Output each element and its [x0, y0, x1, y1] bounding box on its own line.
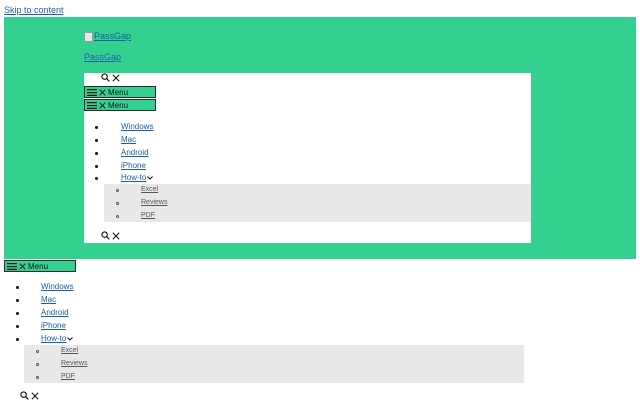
nav-item-label: How-to	[41, 334, 67, 343]
list-bullet	[16, 286, 19, 289]
hamburger-icon	[87, 88, 97, 96]
panel-top-icons	[101, 73, 120, 82]
menu-label: Menu	[28, 261, 49, 271]
close-icon[interactable]	[112, 73, 120, 82]
chevron-down-icon	[147, 173, 154, 182]
chevron-down-icon	[67, 334, 74, 343]
nav-item-label: How-to	[121, 173, 147, 182]
list-bullet	[95, 152, 98, 155]
list-bullet	[16, 312, 19, 315]
nav-item-mac[interactable]: Mac	[41, 295, 56, 304]
sub-bullet	[116, 215, 119, 218]
list-bullet	[16, 338, 19, 341]
submenu-item-pdf[interactable]: PDF	[141, 212, 155, 219]
nav-item-mac[interactable]: Mac	[121, 135, 136, 144]
main-menu-toggle-button[interactable]: Menu	[4, 260, 76, 272]
list-bullet	[16, 299, 19, 302]
search-icon[interactable]	[20, 391, 29, 400]
nav-item-windows[interactable]: Windows	[41, 282, 73, 291]
site-title-link[interactable]: PassGap	[84, 52, 121, 62]
close-icon[interactable]	[112, 231, 120, 240]
list-bullet	[95, 177, 98, 180]
sub-bullet	[36, 363, 39, 366]
list-bullet	[16, 325, 19, 328]
site-logo[interactable]: PassGap	[84, 31, 131, 42]
broken-image-icon	[84, 31, 93, 42]
sub-bullet	[116, 202, 119, 205]
sub-bullet	[36, 350, 39, 353]
nav-item-how-to[interactable]: How-to	[121, 173, 154, 182]
sub-bullet	[36, 376, 39, 379]
panel-submenu	[104, 184, 531, 222]
submenu-item-reviews[interactable]: Reviews	[141, 199, 167, 206]
list-bullet	[95, 165, 98, 168]
hamburger-icon	[87, 101, 97, 109]
hamburger-icon	[7, 262, 17, 270]
nav-item-iphone[interactable]: iPhone	[121, 161, 146, 170]
list-bullet	[95, 139, 98, 142]
search-icon[interactable]	[101, 73, 110, 82]
list-bullet	[95, 126, 98, 129]
skip-to-content-link[interactable]: Skip to content	[4, 5, 64, 15]
main-bottom-icons	[20, 391, 39, 400]
logo-alt-text: PassGap	[94, 31, 132, 41]
menu-label: Menu	[108, 87, 129, 97]
nav-item-windows[interactable]: Windows	[121, 122, 153, 131]
panel-bottom-icons	[101, 231, 120, 240]
submenu-item-excel[interactable]: Excel	[141, 186, 158, 193]
submenu-item-excel[interactable]: Excel	[61, 347, 78, 354]
submenu-item-reviews[interactable]: Reviews	[61, 360, 87, 367]
menu-toggle-button[interactable]: Menu	[84, 86, 156, 98]
submenu-item-pdf[interactable]: PDF	[61, 373, 75, 380]
close-icon	[99, 101, 106, 109]
nav-item-android[interactable]: Android	[41, 308, 69, 317]
menu-toggle-button-secondary[interactable]: Menu	[84, 99, 156, 111]
nav-item-android[interactable]: Android	[121, 148, 149, 157]
close-icon[interactable]	[31, 391, 39, 400]
search-icon[interactable]	[101, 231, 110, 240]
menu-label: Menu	[108, 100, 129, 110]
sub-bullet	[116, 189, 119, 192]
nav-item-iphone[interactable]: iPhone	[41, 321, 66, 330]
close-icon	[99, 88, 106, 96]
nav-item-how-to[interactable]: How-to	[41, 334, 74, 343]
close-icon	[19, 262, 26, 270]
main-submenu	[24, 345, 524, 383]
